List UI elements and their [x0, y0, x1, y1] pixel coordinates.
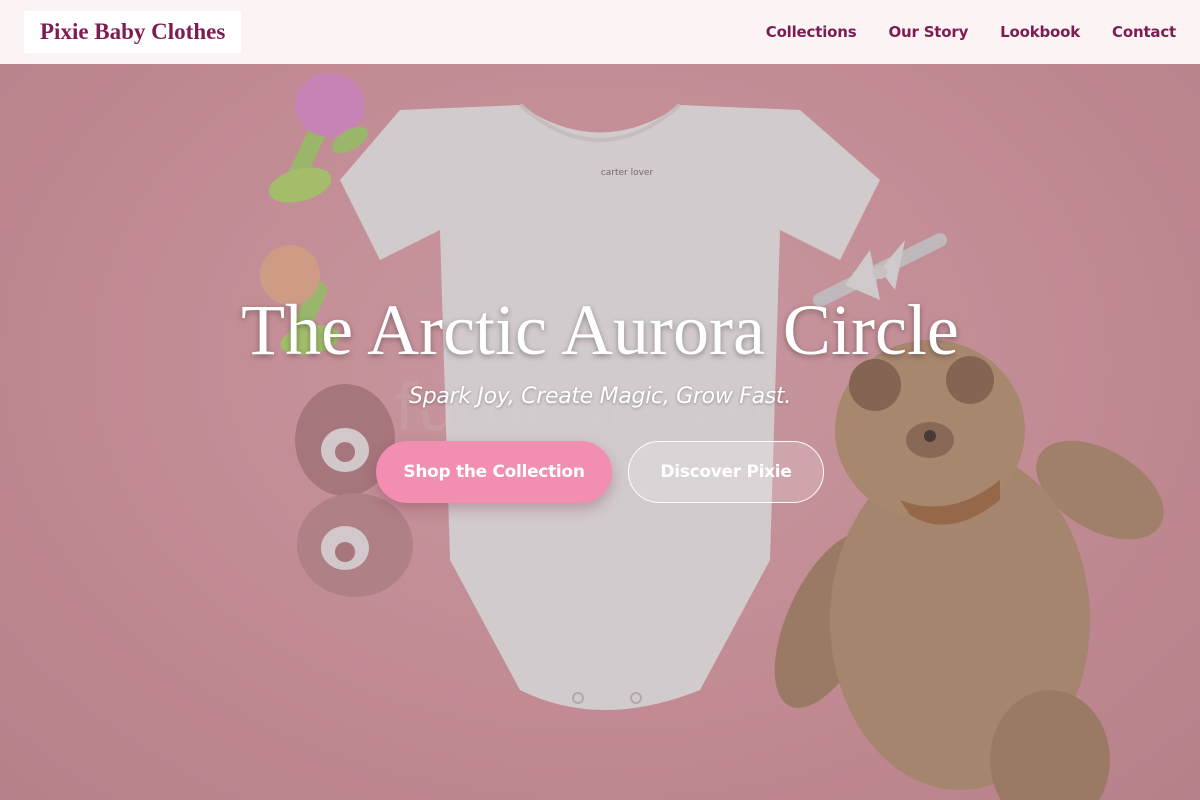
site-header: Pixie Baby Clothes Collections Our Story… — [0, 0, 1200, 64]
hero-title: The Arctic Aurora Circle — [241, 290, 959, 370]
nav-link-our-story[interactable]: Our Story — [888, 23, 968, 41]
nav-link-collections[interactable]: Collections — [766, 23, 857, 41]
discover-pixie-button[interactable]: Discover Pixie — [628, 441, 824, 503]
main-nav: Collections Our Story Lookbook Contact — [766, 23, 1176, 41]
cta-group: Shop the Collection Discover Pixie — [0, 441, 1200, 503]
hero-content: The Arctic Aurora Circle Spark Joy, Crea… — [0, 280, 1200, 503]
nav-link-contact[interactable]: Contact — [1112, 23, 1176, 41]
brand-name: Pixie Baby Clothes — [40, 19, 226, 44]
hero-tagline: Spark Joy, Create Magic, Grow Fast. — [409, 384, 791, 409]
brand-logo[interactable]: Pixie Baby Clothes — [24, 11, 242, 53]
shop-collection-button[interactable]: Shop the Collection — [376, 441, 612, 503]
nav-link-lookbook[interactable]: Lookbook — [1000, 23, 1080, 41]
